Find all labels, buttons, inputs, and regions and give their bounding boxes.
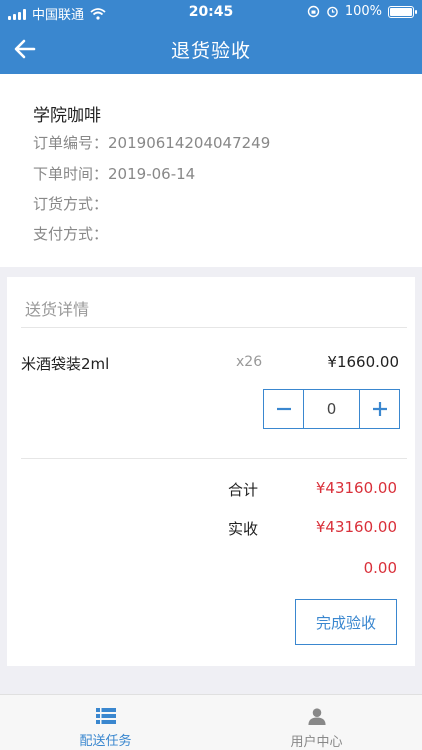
tab-label: 用户中心 — [290, 735, 343, 750]
item-quantity: x26 — [236, 354, 263, 370]
alarm-icon — [327, 6, 338, 18]
battery-icon — [388, 5, 417, 18]
payment-method-row: 支付方式： — [33, 223, 108, 244]
battery-label: 100% — [344, 4, 382, 19]
delivery-title: 送货详情 — [25, 300, 90, 319]
rotation-lock-icon — [307, 5, 320, 18]
delivery-details-card: 送货详情 米酒袋装2ml x26 ¥1660.00 0 合计 ¥43160.00… — [7, 277, 415, 666]
order-date-row: 下单时间：2019-06-14 — [33, 163, 195, 184]
tab-bar: 配送任务 用户中心 — [0, 694, 422, 750]
increment-button[interactable] — [359, 390, 399, 428]
list-icon — [95, 708, 116, 724]
order-number-value: 20190614204047249 — [108, 134, 271, 152]
item-name: 米酒袋装2ml — [21, 355, 110, 373]
difference-value: 0.00 — [363, 559, 397, 577]
shop-name: 学院咖啡 — [33, 106, 101, 126]
order-info-card: 学院咖啡 订单编号：20190614204047249 下单时间：2019-06… — [0, 74, 422, 267]
minus-icon — [276, 407, 291, 411]
tab-user-center[interactable]: 用户中心 — [211, 695, 422, 750]
divider — [21, 458, 407, 459]
order-number-row: 订单编号：20190614204047249 — [33, 132, 270, 153]
stepper-value[interactable]: 0 — [304, 390, 359, 428]
user-icon — [307, 708, 326, 726]
item-price: ¥1660.00 — [327, 353, 399, 371]
divider — [21, 327, 407, 328]
total-value: ¥43160.00 — [315, 479, 397, 497]
payment-method-label: 支付方式： — [33, 225, 109, 243]
decrement-button[interactable] — [264, 390, 304, 428]
order-method-label: 订货方式： — [33, 195, 109, 213]
page-title: 退货验收 — [170, 40, 251, 62]
order-date-value: 2019-06-14 — [108, 165, 196, 183]
order-method-row: 订货方式： — [33, 193, 108, 214]
received-label: 实收 — [228, 520, 259, 538]
order-date-label: 下单时间： — [33, 165, 109, 183]
plus-icon — [372, 402, 387, 416]
status-right: 100% — [307, 4, 417, 19]
quantity-stepper: 0 — [263, 389, 400, 429]
tab-label: 配送任务 — [79, 734, 132, 749]
order-number-label: 订单编号： — [33, 134, 109, 152]
received-value: ¥43160.00 — [315, 518, 397, 536]
finish-inspection-button[interactable]: 完成验收 — [295, 599, 397, 645]
total-label: 合计 — [228, 481, 259, 499]
tab-delivery-tasks[interactable]: 配送任务 — [0, 695, 211, 750]
status-bar: 中国联通 20:45 100% — [0, 0, 422, 24]
nav-bar: 退货验收 — [0, 24, 422, 74]
